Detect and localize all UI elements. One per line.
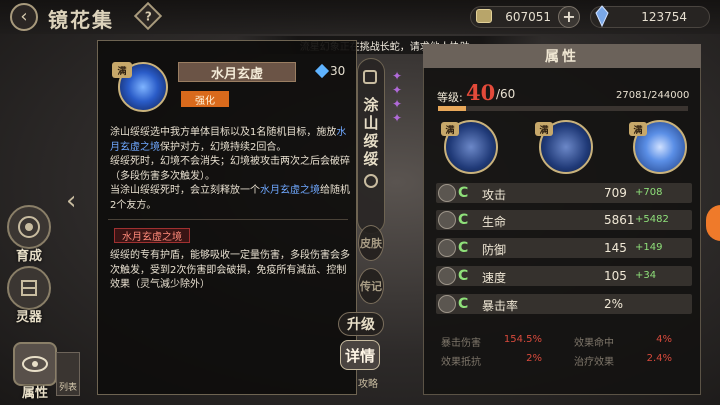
butterfly-icon: ✦ xyxy=(392,111,403,125)
desc-text-3a: 当涂山绥绥死时，会立刻释放一个 xyxy=(110,185,260,196)
nav-weapon[interactable]: 灵器 xyxy=(2,266,56,325)
substat-value: 2.4% xyxy=(646,353,672,364)
page-title: 镜花集 xyxy=(48,8,114,32)
skill-description: 涂山绥绥选中我方单体目标以及1名随机目标，施放水月玄虚之境 保护对方，幻境持续2回… xyxy=(110,126,350,213)
nav-attr-label: 属性 xyxy=(21,386,48,401)
stat-name: 速度 xyxy=(482,271,507,285)
butterfly-icon: ✦ xyxy=(392,97,403,111)
nav-weapon-label: 灵器 xyxy=(15,310,42,325)
stat-icon xyxy=(438,211,456,229)
help-icon: ? xyxy=(144,9,152,23)
stat-name: 防御 xyxy=(482,243,507,257)
guide-button[interactable]: 攻略 xyxy=(358,375,378,390)
back-icon: ‹ xyxy=(20,6,28,27)
skill-name: 水月玄虚 xyxy=(178,62,296,82)
stat-row: C 攻击 709 +708 xyxy=(436,183,692,203)
substat-name: 效果抵抗 xyxy=(441,357,481,368)
stat-grade: C xyxy=(458,296,469,312)
divider xyxy=(108,219,348,220)
stat-icon xyxy=(438,239,456,257)
weapon-icon xyxy=(7,266,51,310)
level-label: 等级: xyxy=(437,91,463,104)
exp-bar xyxy=(438,106,688,111)
stat-value: 105 xyxy=(604,269,627,283)
stat-name: 生命 xyxy=(482,215,507,229)
stat-row: C 生命 5861 +5482 xyxy=(436,210,692,230)
substat-value: 2% xyxy=(526,353,542,364)
tab-skin[interactable]: 皮肤 xyxy=(358,225,384,261)
substat-name: 暴击伤害 xyxy=(441,338,481,349)
stat-icon xyxy=(438,184,456,202)
lock-icon[interactable] xyxy=(363,70,377,84)
eye-icon xyxy=(13,342,57,386)
coin-icon xyxy=(476,9,492,23)
attribute-header: 属性 xyxy=(423,44,701,68)
nav-grow-label: 育成 xyxy=(15,249,42,264)
stat-value: 709 xyxy=(604,186,627,200)
skill-max-badge: 满 xyxy=(112,62,132,78)
upgrade-button[interactable]: 升级 xyxy=(338,312,384,336)
stat-row: C 速度 105 +34 xyxy=(436,266,692,286)
shield-tag: 水月玄虚之境 xyxy=(114,228,190,243)
brush-icon[interactable] xyxy=(364,174,378,188)
character-name: 涂山绥绥 xyxy=(363,96,379,168)
substat-name: 治疗效果 xyxy=(574,357,614,368)
butterfly-icon: ✦ xyxy=(392,69,403,83)
portrait-max-badge: 满 xyxy=(441,122,459,136)
substat-value: 154.5% xyxy=(503,334,542,345)
strengthen-button[interactable]: 强化 xyxy=(181,91,229,107)
stat-value: 145 xyxy=(604,241,627,255)
detail-button[interactable]: 详情 xyxy=(340,340,380,370)
stat-value: 2% xyxy=(604,297,624,311)
butterfly-icon: ✦ xyxy=(392,83,403,97)
stat-row: C 防御 145 +149 xyxy=(436,238,692,258)
stat-grade: C xyxy=(458,268,469,284)
level-max: /60 xyxy=(496,87,516,101)
tab-bio[interactable]: 传记 xyxy=(358,268,384,304)
nav-list-label: 列表 xyxy=(58,383,77,393)
stat-row: C 暴击率 2% xyxy=(436,294,692,314)
gold-value: 607051 xyxy=(505,10,551,24)
add-gold-button[interactable]: + xyxy=(558,6,580,28)
stat-grade: C xyxy=(458,212,469,228)
back-button[interactable]: ‹ xyxy=(10,3,38,31)
prev-arrow-icon[interactable]: ‹ xyxy=(66,186,76,216)
skill-cost: 30 xyxy=(330,64,346,78)
nav-attr[interactable]: 属性 xyxy=(8,342,62,401)
desc-highlight-2: 水月玄虚之境 xyxy=(260,185,320,196)
stat-value: 5861 xyxy=(604,213,635,227)
stat-name: 攻击 xyxy=(482,188,507,202)
desc-text-2: 绥绥死时，幻境不会消失；幻境被攻击两次之后会破碎（多段伤害多次触发）。 xyxy=(110,156,350,182)
stat-bonus: +5482 xyxy=(635,214,669,225)
stat-grade: C xyxy=(458,185,469,201)
stat-bonus: +34 xyxy=(635,270,657,281)
gem-value: 123754 xyxy=(641,10,687,24)
desc-text-1b: 保护对方，幻境持续2回合。 xyxy=(160,141,287,153)
plus-icon: + xyxy=(562,7,576,26)
stat-icon xyxy=(438,267,456,285)
stat-bonus: +708 xyxy=(635,187,663,198)
grow-icon xyxy=(7,205,51,249)
substat-value: 4% xyxy=(656,334,672,345)
stat-bonus: +149 xyxy=(635,242,663,253)
exp-value: 27081/244000 xyxy=(616,90,690,101)
level-value: 40 xyxy=(466,80,496,105)
portrait-max-badge: 满 xyxy=(629,122,647,136)
stat-icon xyxy=(438,295,456,313)
side-action-button[interactable] xyxy=(706,205,720,241)
substat-name: 效果命中 xyxy=(574,338,614,349)
gem-icon xyxy=(595,5,609,27)
stat-grade: C xyxy=(458,240,469,256)
desc-text-1a: 涂山绥绥选中我方单体目标以及1名随机目标，施放 xyxy=(110,127,337,138)
nav-grow[interactable]: 育成 xyxy=(2,205,56,264)
nav-list-button[interactable]: 列表 xyxy=(56,352,80,396)
portrait-max-badge: 满 xyxy=(535,122,553,136)
shield-description: 绥绥的专有护盾，能够吸收一定量伤害，多段伤害会多次触发，受到2次伤害即会破損，免… xyxy=(110,250,350,290)
stat-name: 暴击率 xyxy=(482,299,519,313)
exp-bar-fill xyxy=(438,106,466,111)
